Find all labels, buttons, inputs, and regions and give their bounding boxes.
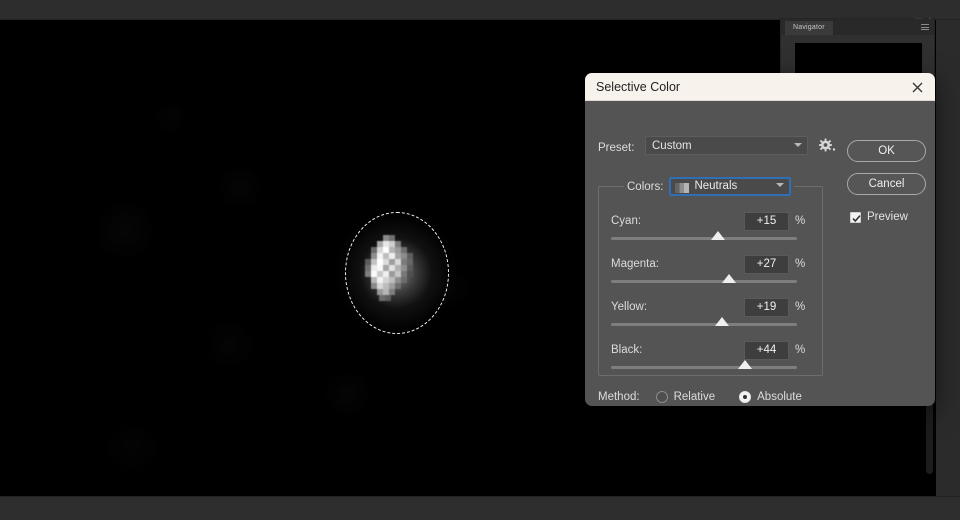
canvas-noise-patch	[90, 200, 160, 260]
cancel-button[interactable]: Cancel	[847, 173, 926, 195]
preview-checkbox[interactable]	[850, 211, 861, 223]
canvas-noise-patch	[200, 320, 260, 370]
preview-checkbox-row[interactable]: Preview	[850, 211, 908, 223]
preset-label: Preset:	[598, 142, 635, 154]
canvas-noise-patch	[150, 100, 190, 135]
colors-dropdown[interactable]: Neutrals	[669, 177, 792, 196]
selective-color-dialog: Selective Color Preset: Custom OK Cancel…	[585, 73, 935, 406]
tab-navigator[interactable]: Navigator	[785, 21, 833, 35]
slider-thumb-cyan[interactable]	[710, 231, 725, 240]
radio-absolute[interactable]: Absolute	[739, 391, 802, 403]
gear-icon[interactable]	[817, 136, 837, 155]
preset-value: Custom	[652, 140, 692, 152]
app-top-strip	[0, 0, 960, 20]
canvas-noise-patch	[320, 370, 375, 420]
radio-relative-label: Relative	[673, 391, 716, 403]
slider-track-black[interactable]	[611, 360, 797, 369]
slider-thumb-magenta[interactable]	[722, 274, 737, 283]
colors-label: Colors:	[627, 180, 664, 193]
slider-track-magenta[interactable]	[611, 274, 797, 283]
method-label: Method:	[598, 391, 640, 403]
slider-thumb-black[interactable]	[737, 360, 752, 369]
canvas-noise-patch	[215, 165, 265, 210]
slider-value-yellow[interactable]: +19	[744, 298, 789, 317]
checkmark-icon	[852, 214, 861, 222]
slider-unit-yellow: %	[795, 301, 806, 313]
slider-label-cyan: Cyan:	[611, 215, 642, 227]
slider-unit-cyan: %	[795, 215, 806, 227]
color-adjust-group: Colors: Neutrals Cyan: +15 % Magenta: +2…	[598, 177, 823, 376]
chevron-down-icon	[794, 143, 802, 148]
method-row: Method: Relative Absolute	[598, 391, 826, 403]
radio-relative[interactable]: Relative	[655, 391, 716, 403]
radio-absolute-label: Absolute	[757, 391, 802, 403]
slider-value-cyan[interactable]: +15	[744, 212, 789, 231]
navigator-tabbar: Navigator	[781, 19, 934, 35]
neutrals-swatch-icon	[675, 183, 690, 193]
canvas-noise-patch	[100, 420, 165, 475]
slider-thumb-yellow[interactable]	[714, 317, 729, 326]
radio-relative-control[interactable]	[655, 391, 668, 403]
hamburger-menu-icon[interactable]	[921, 24, 929, 30]
slider-unit-black: %	[795, 344, 806, 356]
radio-absolute-control[interactable]	[739, 391, 752, 403]
slider-value-magenta[interactable]: +27	[744, 255, 789, 274]
slider-label-yellow: Yellow:	[611, 301, 648, 313]
preset-dropdown[interactable]: Custom	[645, 136, 808, 155]
preview-label: Preview	[867, 211, 908, 223]
dialog-title: Selective Color	[596, 80, 681, 94]
colors-value: Neutrals	[694, 180, 738, 192]
app-bottom-strip	[0, 496, 960, 520]
close-icon[interactable]	[908, 78, 927, 97]
elliptical-selection-marching-ants[interactable]	[345, 212, 449, 334]
chevron-down-icon	[776, 183, 785, 188]
slider-unit-magenta: %	[795, 258, 806, 270]
dialog-titlebar[interactable]: Selective Color	[585, 73, 935, 101]
ok-button[interactable]: OK	[847, 140, 926, 162]
colors-row: Colors: Neutrals	[624, 177, 795, 196]
slider-label-magenta: Magenta:	[611, 258, 659, 270]
image-object-galaxy	[318, 195, 474, 351]
slider-track-cyan[interactable]	[611, 231, 797, 240]
slider-label-black: Black:	[611, 344, 643, 356]
dialog-body: Preset: Custom OK Cancel Preview Colors:…	[585, 101, 935, 406]
photoshop-window: — ▴ Navigator Selective Color Preset:	[0, 0, 960, 520]
slider-track-yellow[interactable]	[611, 317, 797, 326]
slider-value-black[interactable]: +44	[744, 341, 789, 360]
